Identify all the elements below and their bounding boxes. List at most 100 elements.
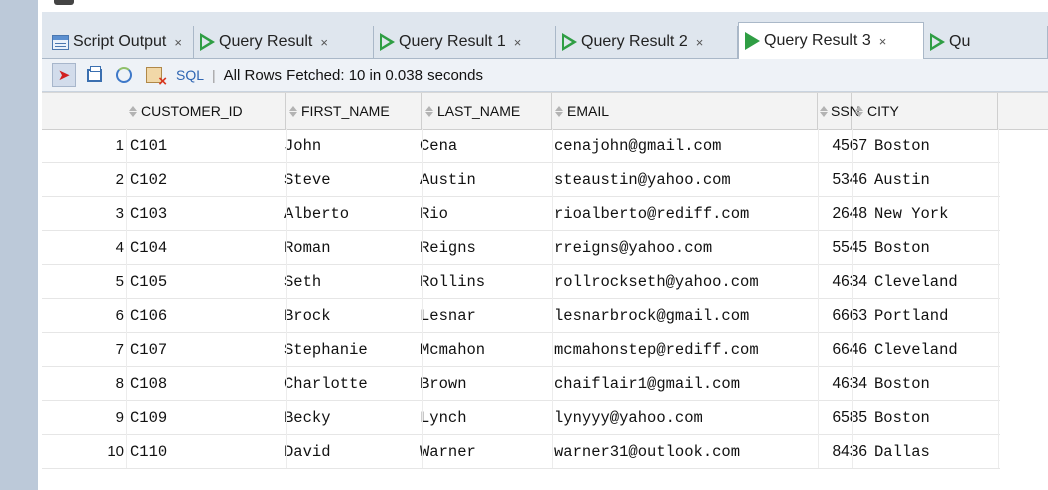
grid-header: CUSTOMER_ID FIRST_NAME LAST_NAME EMAIL SSN CI… bbox=[42, 92, 1048, 130]
cell-email[interactable]: rreigns@yahoo.com bbox=[550, 231, 818, 265]
cell-city[interactable]: New York bbox=[870, 197, 1000, 231]
table-row[interactable]: 9 C109 Becky Lynch lynyyy@yahoo.com 6585 Bosto… bbox=[42, 401, 1048, 435]
cell-first-name[interactable]: Becky bbox=[280, 401, 416, 435]
run-query-icon bbox=[200, 33, 215, 51]
cell-first-name[interactable]: Seth bbox=[280, 265, 416, 299]
tab-query-result[interactable]: Query Result × bbox=[194, 26, 374, 58]
cell-email[interactable]: cenajohn@gmail.com bbox=[550, 129, 818, 163]
cell-city[interactable]: Boston bbox=[870, 129, 1000, 163]
table-row[interactable]: 4 C104 Roman Reigns rreigns@yahoo.com 5545 Bos… bbox=[42, 231, 1048, 265]
cell-last-name[interactable]: Austin bbox=[416, 163, 550, 197]
tab-close-button[interactable]: × bbox=[320, 35, 328, 50]
column-header-customer-id[interactable]: CUSTOMER_ID bbox=[126, 93, 286, 129]
table-row[interactable]: 8 C108 Charlotte Brown chaiflair1@gmail.com 4… bbox=[42, 367, 1048, 401]
column-header-first-name[interactable]: FIRST_NAME bbox=[286, 93, 422, 129]
cell-customer-id[interactable]: C108 bbox=[126, 367, 280, 401]
cell-first-name[interactable]: Alberto bbox=[280, 197, 416, 231]
run-query-icon bbox=[745, 32, 760, 50]
cell-customer-id[interactable]: C107 bbox=[126, 333, 280, 367]
sql-link[interactable]: SQL bbox=[176, 67, 204, 83]
cell-last-name[interactable]: Rio bbox=[416, 197, 550, 231]
cell-ssn[interactable]: 6585 bbox=[818, 401, 870, 435]
cell-email[interactable]: warner31@outlook.com bbox=[550, 435, 818, 469]
table-row[interactable]: 2 C102 Steve Austin steaustin@yahoo.com 5346 A… bbox=[42, 163, 1048, 197]
cell-city[interactable]: Boston bbox=[870, 367, 1000, 401]
cell-city[interactable]: Cleveland bbox=[870, 333, 1000, 367]
cell-first-name[interactable]: Steve bbox=[280, 163, 416, 197]
cell-first-name[interactable]: Roman bbox=[280, 231, 416, 265]
print-button[interactable] bbox=[82, 63, 106, 87]
cell-ssn[interactable]: 6646 bbox=[818, 333, 870, 367]
table-row[interactable]: 10 C110 David Warner warner31@outlook.com 843… bbox=[42, 435, 1048, 469]
tab-close-button[interactable]: × bbox=[879, 34, 887, 49]
tab-script-output[interactable]: Script Output × bbox=[46, 26, 194, 58]
cell-ssn[interactable]: 5545 bbox=[818, 231, 870, 265]
cell-last-name[interactable]: Rollins bbox=[416, 265, 550, 299]
cell-customer-id[interactable]: C102 bbox=[126, 163, 280, 197]
cell-city[interactable]: Boston bbox=[870, 231, 1000, 265]
cell-ssn[interactable]: 5346 bbox=[818, 163, 870, 197]
results-toolbar: ➤ SQL | All Rows Fetched: 10 in 0.038 se… bbox=[42, 59, 1048, 92]
cell-email[interactable]: rollrockseth@yahoo.com bbox=[550, 265, 818, 299]
tab-close-button[interactable]: × bbox=[514, 35, 522, 50]
table-row[interactable]: 6 C106 Brock Lesnar lesnarbrock@gmail.com 666… bbox=[42, 299, 1048, 333]
cell-customer-id[interactable]: C109 bbox=[126, 401, 280, 435]
cell-customer-id[interactable]: C110 bbox=[126, 435, 280, 469]
cell-city[interactable]: Portland bbox=[870, 299, 1000, 333]
cell-last-name[interactable]: Lesnar bbox=[416, 299, 550, 333]
cell-last-name[interactable]: Reigns bbox=[416, 231, 550, 265]
table-row[interactable]: 5 C105 Seth Rollins rollrockseth@yahoo.com 46… bbox=[42, 265, 1048, 299]
column-header-ssn[interactable]: SSN bbox=[818, 93, 860, 129]
cell-email[interactable]: steaustin@yahoo.com bbox=[550, 163, 818, 197]
cell-city[interactable]: Austin bbox=[870, 163, 1000, 197]
tab-query-result-3[interactable]: Query Result 3 × bbox=[738, 22, 924, 59]
cell-last-name[interactable]: Mcmahon bbox=[416, 333, 550, 367]
tab-qu[interactable]: Qu bbox=[924, 26, 1048, 58]
cell-ssn[interactable]: 4567 bbox=[818, 129, 870, 163]
fetch-status: All Rows Fetched: 10 in 0.038 seconds bbox=[223, 66, 483, 84]
cell-customer-id[interactable]: C106 bbox=[126, 299, 280, 333]
refresh-button[interactable] bbox=[112, 63, 136, 87]
cell-first-name[interactable]: John bbox=[280, 129, 416, 163]
cell-ssn[interactable]: 2648 bbox=[818, 197, 870, 231]
cell-ssn[interactable]: 8436 bbox=[818, 435, 870, 469]
cancel-fetch-button[interactable] bbox=[142, 63, 167, 90]
tab-close-button[interactable]: × bbox=[174, 35, 182, 50]
cell-city[interactable]: Boston bbox=[870, 401, 1000, 435]
cell-last-name[interactable]: Warner bbox=[416, 435, 550, 469]
table-row[interactable]: 1 C101 John Cena cenajohn@gmail.com 4567 Bosto… bbox=[42, 129, 1048, 163]
cell-city[interactable]: Dallas bbox=[870, 435, 1000, 469]
table-row[interactable]: 7 C107 Stephanie Mcmahon mcmahonstep@rediff.… bbox=[42, 333, 1048, 367]
column-header-city[interactable]: CITY bbox=[852, 93, 998, 129]
cell-first-name[interactable]: Charlotte bbox=[280, 367, 416, 401]
cell-ssn[interactable]: 4634 bbox=[818, 265, 870, 299]
cell-customer-id[interactable]: C105 bbox=[126, 265, 280, 299]
cell-customer-id[interactable]: C101 bbox=[126, 129, 280, 163]
cell-city[interactable]: Cleveland bbox=[870, 265, 1000, 299]
cell-ssn[interactable]: 4634 bbox=[818, 367, 870, 401]
left-gutter bbox=[0, 0, 38, 490]
cell-email[interactable]: mcmahonstep@rediff.com bbox=[550, 333, 818, 367]
cell-ssn[interactable]: 6663 bbox=[818, 299, 870, 333]
column-header-last-name[interactable]: LAST_NAME bbox=[422, 93, 552, 129]
table-row[interactable]: 3 C103 Alberto Rio rioalberto@rediff.com 2648… bbox=[42, 197, 1048, 231]
tab-query-result-1[interactable]: Query Result 1 × bbox=[374, 26, 556, 58]
cell-last-name[interactable]: Lynch bbox=[416, 401, 550, 435]
cell-email[interactable]: rioalberto@rediff.com bbox=[550, 197, 818, 231]
cell-first-name[interactable]: David bbox=[280, 435, 416, 469]
tab-close-button[interactable]: × bbox=[696, 35, 704, 50]
cell-customer-id[interactable]: C103 bbox=[126, 197, 280, 231]
tab-query-result-2[interactable]: Query Result 2 × bbox=[556, 26, 738, 58]
cell-customer-id[interactable]: C104 bbox=[126, 231, 280, 265]
row-number: 6 bbox=[42, 299, 126, 333]
cell-email[interactable]: chaiflair1@gmail.com bbox=[550, 367, 818, 401]
run-query-icon bbox=[562, 33, 577, 51]
pin-button[interactable]: ➤ bbox=[52, 63, 76, 87]
cell-first-name[interactable]: Brock bbox=[280, 299, 416, 333]
cell-email[interactable]: lynyyy@yahoo.com bbox=[550, 401, 818, 435]
cell-first-name[interactable]: Stephanie bbox=[280, 333, 416, 367]
cell-last-name[interactable]: Cena bbox=[416, 129, 550, 163]
column-header-email[interactable]: EMAIL bbox=[552, 93, 818, 129]
cell-last-name[interactable]: Brown bbox=[416, 367, 550, 401]
cell-email[interactable]: lesnarbrock@gmail.com bbox=[550, 299, 818, 333]
